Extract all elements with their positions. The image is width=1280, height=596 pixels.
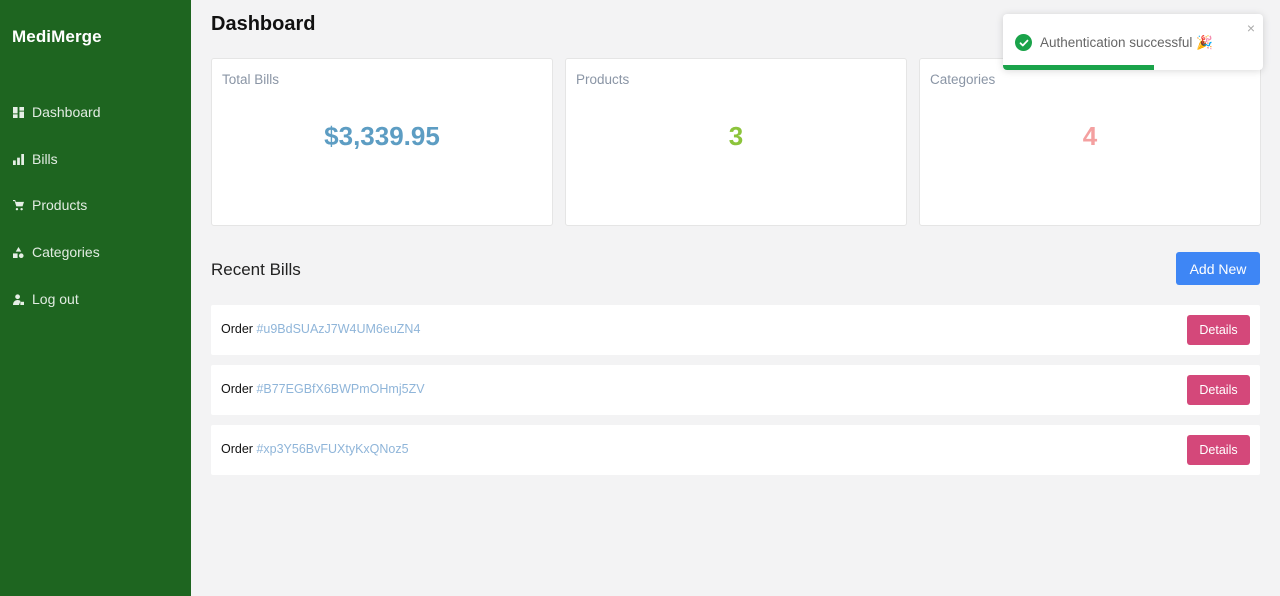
stat-label: Total Bills	[222, 72, 280, 87]
brand-logo-text[interactable]: MediMerge	[12, 27, 102, 47]
recent-bills-title: Recent Bills	[211, 260, 301, 279]
details-button[interactable]: Details	[1187, 435, 1250, 465]
page-title: Dashboard	[211, 13, 316, 35]
details-button[interactable]: Details	[1187, 315, 1250, 345]
stat-card-categories: Categories 4	[919, 58, 1261, 226]
order-id: #B77EGBfX6BWPmOHmj5ZV	[256, 382, 425, 396]
bill-row: Order #u9BdSUAzJ7W4UM6euZN4 Details	[211, 305, 1260, 355]
add-new-button[interactable]: Add New	[1176, 252, 1260, 285]
bill-order-text: Order #B77EGBfX6BWPmOHmj5ZV	[221, 382, 425, 396]
stat-value-categories: 4	[1082, 121, 1098, 151]
stat-value-total-bills: $3,339.95	[324, 121, 440, 151]
stat-label: Categories	[930, 72, 996, 87]
bill-order-text: Order #xp3Y56BvFUXtyKxQNoz5	[221, 442, 409, 456]
order-prefix: Order	[221, 382, 253, 396]
sidebar-item-dashboard[interactable]: Dashboard	[12, 102, 101, 122]
sidebar-item-label: Categories	[32, 244, 100, 260]
sidebar-item-label: Log out	[32, 291, 79, 307]
sidebar-item-label: Dashboard	[32, 104, 101, 120]
toast-progress-bar	[1003, 65, 1154, 70]
check-circle-icon	[1015, 34, 1032, 51]
stat-value-products: 3	[728, 121, 744, 151]
bill-row: Order #B77EGBfX6BWPmOHmj5ZV Details	[211, 365, 1260, 415]
sidebar-item-bills[interactable]: Bills	[12, 149, 58, 169]
sidebar-item-products[interactable]: Products	[12, 195, 87, 215]
order-prefix: Order	[221, 442, 253, 456]
logout-user-icon	[12, 293, 24, 305]
sidebar-item-label: Products	[32, 197, 88, 213]
details-button[interactable]: Details	[1187, 375, 1250, 405]
bill-row: Order #xp3Y56BvFUXtyKxQNoz5 Details	[211, 425, 1260, 475]
stat-card-products: Products 3	[565, 58, 907, 226]
bar-chart-icon	[12, 153, 24, 165]
shapes-icon	[12, 246, 24, 258]
stat-label: Products	[576, 72, 630, 87]
success-toast: Authentication successful 🎉 ×	[1003, 14, 1263, 70]
toast-message: Authentication successful 🎉	[1040, 35, 1213, 50]
dashboard-icon	[12, 106, 24, 118]
bill-order-text: Order #u9BdSUAzJ7W4UM6euZN4	[221, 322, 420, 336]
stat-card-total-bills: Total Bills $3,339.95	[211, 58, 553, 226]
sidebar: MediMerge Dashboard Bills Products Categ…	[0, 0, 191, 596]
order-prefix: Order	[221, 322, 253, 336]
order-id: #u9BdSUAzJ7W4UM6euZN4	[256, 322, 421, 336]
close-icon[interactable]: ×	[1247, 20, 1255, 36]
cart-icon	[12, 199, 24, 211]
sidebar-item-label: Bills	[32, 151, 58, 167]
order-id: #xp3Y56BvFUXtyKxQNoz5	[256, 442, 409, 456]
sidebar-item-categories[interactable]: Categories	[12, 242, 100, 262]
main-content: Dashboard Total Bills $3,339.95 Products…	[191, 0, 1280, 596]
sidebar-item-logout[interactable]: Log out	[12, 289, 79, 309]
